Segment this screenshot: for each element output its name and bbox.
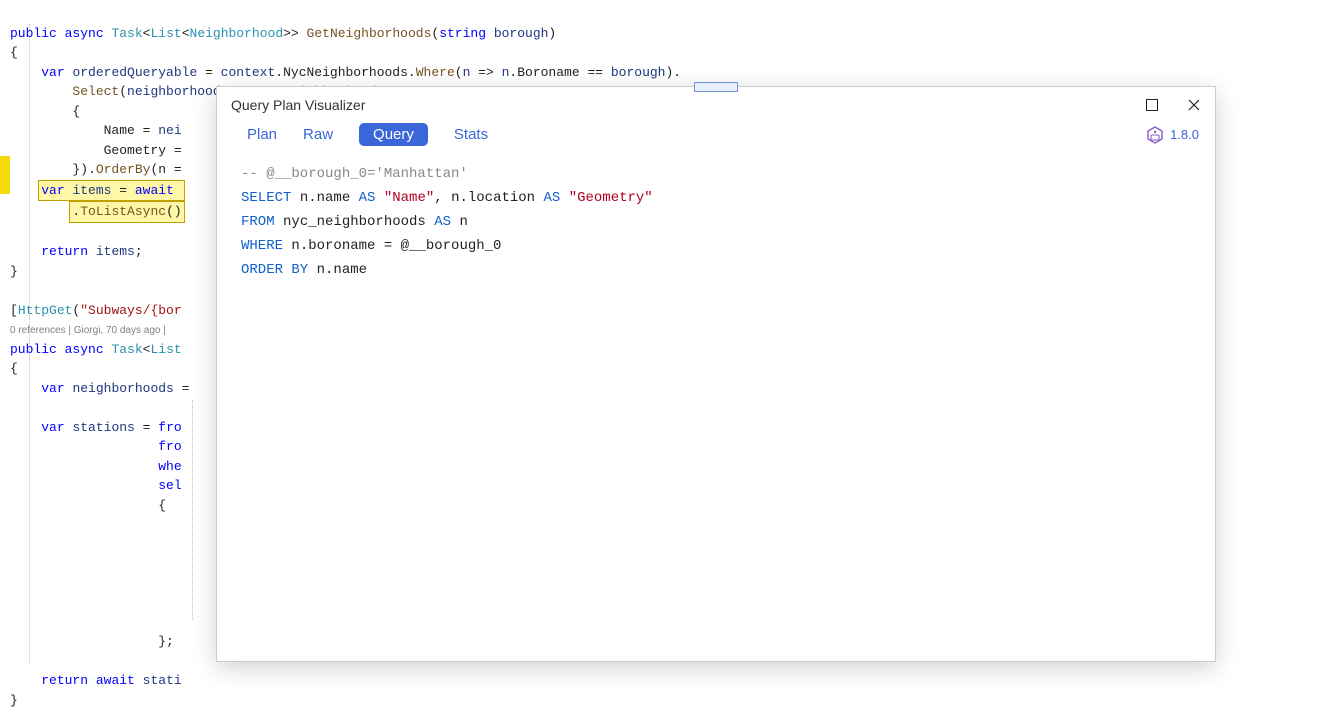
version-text: 1.8.0 xyxy=(1170,127,1199,142)
code-line-highlighted: var items = await xyxy=(10,183,185,198)
code-line: { xyxy=(10,361,18,376)
code-line: var orderedQueryable = context.NycNeighb… xyxy=(10,65,681,80)
code-line xyxy=(10,556,18,571)
code-line-highlighted: .ToListAsync() xyxy=(10,204,185,219)
code-line xyxy=(10,517,18,532)
code-line: { xyxy=(10,104,80,119)
popup-tabs: Plan Raw Query Stats 1.8.0 xyxy=(217,119,1215,154)
code-line xyxy=(10,654,18,669)
code-line: var neighborhoods = xyxy=(10,381,189,396)
drag-handle[interactable] xyxy=(694,82,738,92)
code-line: Name = nei xyxy=(10,123,182,138)
code-line: public async Task<List<Neighborhood>> Ge… xyxy=(10,26,556,41)
code-line: } xyxy=(10,264,18,279)
sql-query-body[interactable]: -- @__borough_0='Manhattan' SELECT n.nam… xyxy=(217,154,1215,290)
code-line xyxy=(10,400,18,415)
popup-title: Query Plan Visualizer xyxy=(231,97,1145,113)
code-line: }).OrderBy(n = xyxy=(10,162,182,177)
close-button[interactable] xyxy=(1187,98,1201,112)
maximize-button[interactable] xyxy=(1145,98,1159,112)
query-plan-visualizer-window: Query Plan Visualizer Plan Raw Query Sta… xyxy=(216,86,1216,662)
code-line: { xyxy=(10,45,18,60)
code-line: var stations = fro xyxy=(10,420,182,435)
codelens-info[interactable]: 0 references | Giorgi, 70 days ago | xyxy=(10,325,169,336)
square-icon xyxy=(1146,99,1158,111)
hexagon-icon xyxy=(1146,126,1164,144)
code-line: public async Task<List xyxy=(10,342,182,357)
code-line xyxy=(10,615,18,630)
code-line: }; xyxy=(10,634,174,649)
tab-plan[interactable]: Plan xyxy=(247,126,277,143)
tab-stats[interactable]: Stats xyxy=(454,126,488,143)
close-icon xyxy=(1188,99,1200,111)
code-line xyxy=(10,576,18,591)
code-line xyxy=(10,283,18,298)
code-line: return items; xyxy=(10,244,143,259)
code-line xyxy=(10,537,18,552)
tab-query[interactable]: Query xyxy=(359,123,428,146)
code-line: whe xyxy=(10,459,182,474)
code-line: [HttpGet("Subways/{bor xyxy=(10,303,182,318)
tab-raw[interactable]: Raw xyxy=(303,126,333,143)
code-line: sel xyxy=(10,478,182,493)
code-line: Geometry = xyxy=(10,143,182,158)
code-line: { xyxy=(10,498,166,513)
version-badge: 1.8.0 xyxy=(1146,126,1199,144)
code-line xyxy=(10,595,18,610)
code-line: return await stati xyxy=(10,673,182,688)
code-line: } xyxy=(10,693,18,708)
code-line xyxy=(10,225,18,240)
code-line: fro xyxy=(10,439,182,454)
